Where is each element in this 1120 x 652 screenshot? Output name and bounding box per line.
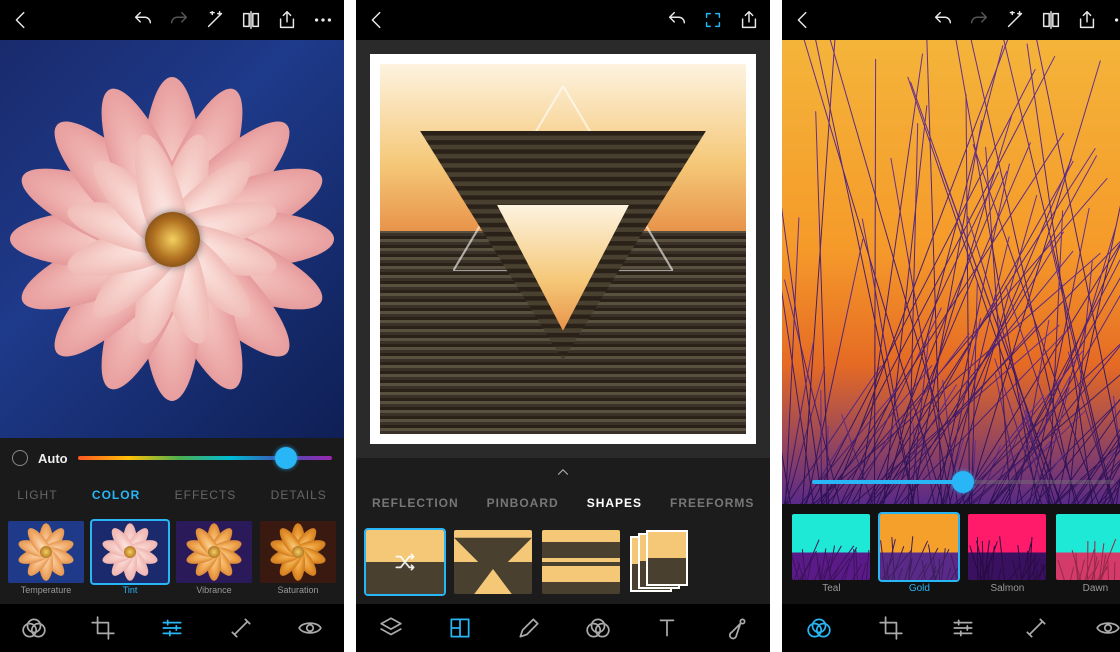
filters-tool-icon[interactable] (21, 615, 47, 641)
bottom-toolbar (782, 604, 1120, 652)
adjust-thumb-temperature[interactable]: Temperature (8, 521, 84, 595)
shapes-tab-freeforms[interactable]: FREEFORMS (670, 496, 754, 510)
shapes-tab-pinboard[interactable]: PINBOARD (487, 496, 559, 510)
auto-toggle[interactable] (12, 450, 28, 466)
shape-thumb-bars[interactable] (542, 530, 620, 594)
slider-thumb[interactable] (275, 447, 297, 469)
thumb-label: Saturation (277, 585, 318, 595)
filters-tool-icon[interactable] (585, 615, 611, 641)
adjust-thumb-saturation[interactable]: Saturation (260, 521, 336, 595)
screen-shapes-edit: REFLECTION PINBOARD SHAPES FREEFORMS (356, 0, 770, 652)
auto-slider-row: Auto (0, 438, 344, 478)
look-thumb-gold[interactable]: Gold (880, 514, 958, 594)
share-icon[interactable] (1076, 9, 1098, 31)
flip-icon[interactable] (240, 9, 262, 31)
screen-looks-filter: Teal Gold Salmon Dawn (782, 0, 1120, 652)
adjust-tab-details[interactable]: DETAILS (271, 488, 327, 502)
shape-thumb-stack[interactable] (630, 530, 690, 594)
back-icon[interactable] (10, 9, 32, 31)
fullscreen-icon[interactable] (702, 9, 724, 31)
adjust-tab-effects[interactable]: EFFECTS (175, 488, 237, 502)
share-icon[interactable] (738, 9, 760, 31)
look-thumb-dawn[interactable]: Dawn (1056, 514, 1120, 594)
thumb-label: Tint (123, 585, 138, 595)
more-icon[interactable] (312, 9, 334, 31)
shapes-category-tabs: REFLECTION PINBOARD SHAPES FREEFORMS (356, 486, 770, 520)
pencil-tool-icon[interactable] (516, 615, 542, 641)
eye-tool-icon[interactable] (1095, 615, 1120, 641)
bottom-toolbar (0, 604, 344, 652)
layout-tool-icon[interactable] (447, 615, 473, 641)
heal-tool-icon[interactable] (1023, 615, 1049, 641)
top-toolbar (356, 0, 770, 40)
thumb-label: Dawn (1083, 583, 1109, 594)
redo-icon[interactable] (968, 9, 990, 31)
intensity-slider[interactable] (812, 480, 1114, 484)
image-canvas[interactable] (782, 40, 1120, 504)
expand-panel[interactable] (356, 458, 770, 486)
shape-thumb-triangles[interactable] (454, 530, 532, 594)
layers-tool-icon[interactable] (378, 615, 404, 641)
back-icon[interactable] (366, 9, 388, 31)
thumb-label: Teal (822, 583, 840, 594)
bottom-toolbar (356, 604, 770, 652)
chevron-up-icon (554, 463, 572, 481)
auto-label: Auto (38, 451, 68, 466)
undo-icon[interactable] (132, 9, 154, 31)
crop-tool-icon[interactable] (878, 615, 904, 641)
adjust-category-tabs: LIGHT COLOR EFFECTS DETAILS (0, 478, 344, 512)
adjust-tool-icon[interactable] (159, 615, 185, 641)
slider-thumb[interactable] (952, 471, 974, 493)
shapes-tab-reflection[interactable]: REFLECTION (372, 496, 459, 510)
share-icon[interactable] (276, 9, 298, 31)
top-toolbar (782, 0, 1120, 40)
magic-wand-icon[interactable] (204, 9, 226, 31)
thumb-label: Vibrance (196, 585, 231, 595)
adjust-thumbnails: Temperature Tint Vibrance Saturation (0, 512, 344, 604)
flip-icon[interactable] (1040, 9, 1062, 31)
brush-tool-icon[interactable] (723, 615, 749, 641)
look-thumb-salmon[interactable]: Salmon (968, 514, 1046, 594)
adjust-tab-light[interactable]: LIGHT (17, 488, 57, 502)
redo-icon[interactable] (168, 9, 190, 31)
looks-thumbnails: Teal Gold Salmon Dawn (782, 504, 1120, 604)
more-icon[interactable] (1112, 9, 1120, 31)
look-thumb-teal[interactable]: Teal (792, 514, 870, 594)
eye-tool-icon[interactable] (297, 615, 323, 641)
adjust-tool-icon[interactable] (950, 615, 976, 641)
magic-wand-icon[interactable] (1004, 9, 1026, 31)
tint-slider[interactable] (78, 456, 332, 460)
undo-icon[interactable] (932, 9, 954, 31)
filters-tool-icon[interactable] (806, 615, 832, 641)
top-toolbar (0, 0, 344, 40)
thumb-label: Salmon (990, 583, 1024, 594)
adjust-tab-color[interactable]: COLOR (92, 488, 140, 502)
screen-color-adjust: Auto LIGHT COLOR EFFECTS DETAILS Temperatur… (0, 0, 344, 652)
adjust-thumb-tint[interactable]: Tint (92, 521, 168, 595)
heal-tool-icon[interactable] (228, 615, 254, 641)
shape-thumb-shuffle[interactable] (366, 530, 444, 594)
adjust-thumb-vibrance[interactable]: Vibrance (176, 521, 252, 595)
image-canvas[interactable] (356, 40, 770, 458)
back-icon[interactable] (792, 9, 814, 31)
thumb-label: Gold (909, 583, 930, 594)
shapes-thumbnails (356, 520, 770, 604)
shapes-tab-shapes[interactable]: SHAPES (587, 496, 642, 510)
image-canvas[interactable] (0, 40, 344, 438)
thumb-label: Temperature (21, 585, 72, 595)
undo-icon[interactable] (666, 9, 688, 31)
text-tool-icon[interactable] (654, 615, 680, 641)
crop-tool-icon[interactable] (90, 615, 116, 641)
